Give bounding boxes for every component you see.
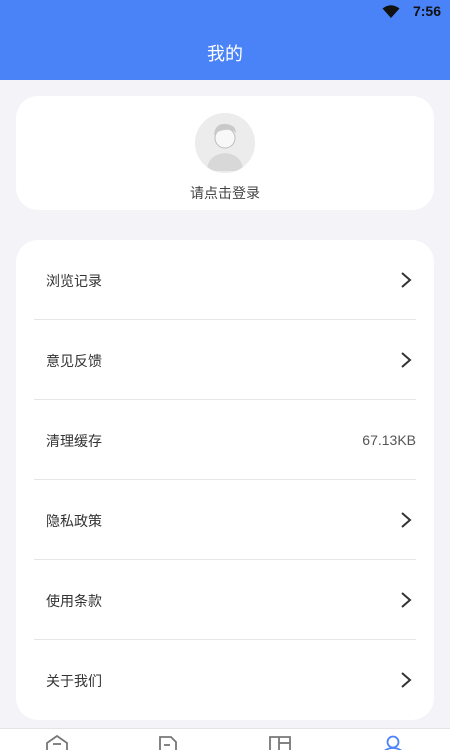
chevron-right-icon xyxy=(401,592,412,608)
login-prompt[interactable]: 请点击登录 xyxy=(16,183,434,203)
page-title: 我的 xyxy=(207,44,243,65)
menu-item-about-us[interactable]: 关于我们 xyxy=(34,640,416,720)
menu-item-terms-of-use[interactable]: 使用条款 xyxy=(34,560,416,640)
bottom-tab-bar xyxy=(0,728,450,750)
chevron-right-icon xyxy=(401,672,412,688)
status-time: 7:56 xyxy=(412,3,441,19)
status-bar: 7:56 xyxy=(0,0,450,24)
cache-size-value: 67.13KB xyxy=(362,432,416,448)
menu-item-label: 浏览记录 xyxy=(46,274,102,290)
menu-item-label: 使用条款 xyxy=(46,594,102,610)
menu-item-label: 关于我们 xyxy=(46,674,102,690)
screen: 7:56 我的 请点击登录 浏览记录 意见反馈 清理缓存 67.13KB 隐私政… xyxy=(0,0,450,750)
home-icon[interactable] xyxy=(45,735,69,750)
menu-item-clear-cache[interactable]: 清理缓存 67.13KB xyxy=(34,400,416,480)
user-icon[interactable] xyxy=(381,735,405,750)
chevron-right-icon xyxy=(401,352,412,368)
menu-item-label: 隐私政策 xyxy=(46,514,102,530)
login-card[interactable]: 请点击登录 xyxy=(16,96,434,210)
wifi-icon xyxy=(382,5,400,18)
document-icon[interactable] xyxy=(156,735,180,750)
header: 7:56 我的 xyxy=(0,0,450,80)
menu-item-privacy-policy[interactable]: 隐私政策 xyxy=(34,480,416,560)
layout-icon[interactable] xyxy=(268,735,292,750)
menu-item-label: 意见反馈 xyxy=(46,354,102,370)
chevron-right-icon xyxy=(401,272,412,288)
menu-item-browse-history[interactable]: 浏览记录 xyxy=(34,240,416,320)
menu-item-feedback[interactable]: 意见反馈 xyxy=(34,320,416,400)
default-avatar-icon xyxy=(195,113,255,173)
menu-item-label: 清理缓存 xyxy=(46,434,102,450)
chevron-right-icon xyxy=(401,512,412,528)
menu-card: 浏览记录 意见反馈 清理缓存 67.13KB 隐私政策 使用条款 关于我们 xyxy=(16,240,434,720)
avatar[interactable] xyxy=(195,113,255,173)
